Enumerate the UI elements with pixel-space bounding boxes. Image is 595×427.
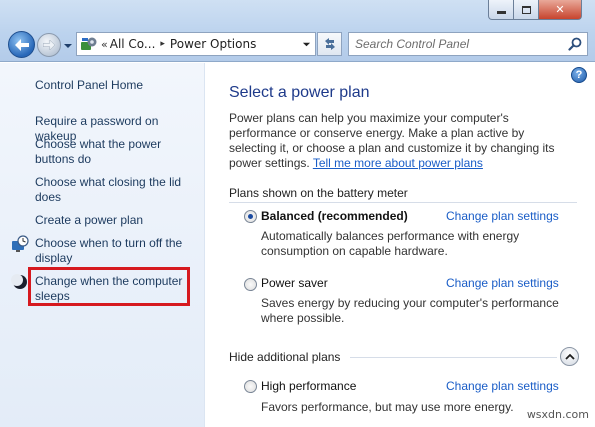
sidebar-item-closing-lid[interactable]: Choose what closing the lid does (35, 175, 200, 205)
title-bar: ✕ « All Co... ▸ Power Options (0, 0, 595, 62)
plan-desc-balanced: Automatically balances performance with … (261, 229, 520, 258)
breadcrumb-separator[interactable]: ▸ (160, 39, 165, 49)
page-title: Select a power plan (229, 84, 370, 101)
address-bar[interactable]: « All Co... ▸ Power Options (76, 32, 316, 56)
sidebar-item-power-buttons[interactable]: Choose what the power buttons do (35, 137, 200, 167)
back-arrow-icon (14, 38, 29, 51)
refresh-icon (324, 38, 335, 50)
back-button[interactable] (8, 31, 35, 58)
breadcrumb-power-options[interactable]: Power Options (170, 37, 256, 51)
plan-desc-high-performance: Favors performance, but may use more ene… (261, 400, 514, 414)
change-plan-settings-high-performance[interactable]: Change plan settings (446, 379, 559, 393)
watermark: wsxdn.com (526, 408, 589, 421)
close-button[interactable]: ✕ (539, 0, 582, 20)
sidebar-item-create-power-plan[interactable]: Create a power plan (35, 213, 200, 228)
group-divider (350, 357, 557, 358)
sidebar-item-turn-off-display[interactable]: Choose when to turn off the display (35, 236, 200, 266)
left-navigation-pane: Control Panel Home Require a password on… (0, 63, 205, 427)
plan-desc-power-saver: Saves energy by reducing your computer's… (261, 296, 559, 325)
radio-balanced[interactable] (244, 210, 257, 223)
main-content-pane: ? Select a power plan Power plans can he… (206, 63, 595, 427)
refresh-button[interactable] (317, 32, 342, 56)
close-icon: ✕ (555, 3, 565, 16)
maximize-button[interactable] (514, 0, 539, 20)
chevron-down-icon (302, 42, 310, 46)
chevron-up-icon (564, 353, 575, 360)
recent-pages-dropdown[interactable] (63, 40, 73, 50)
change-plan-settings-power-saver[interactable]: Change plan settings (446, 276, 559, 290)
search-box[interactable] (348, 32, 588, 56)
moon-icon (11, 274, 27, 289)
address-overflow-chevrons[interactable]: « (101, 38, 108, 51)
minimize-button[interactable] (488, 0, 514, 20)
search-input[interactable] (355, 37, 565, 51)
display-clock-icon (12, 235, 29, 252)
window-controls: ✕ (488, 0, 582, 20)
chevron-down-icon (64, 44, 72, 48)
radio-power-saver[interactable] (244, 278, 257, 291)
plan-name-high-performance[interactable]: High performance (261, 379, 356, 393)
intro-text: Power plans can help you maximize your c… (229, 111, 559, 171)
radio-selected-dot (248, 214, 253, 219)
plan-name-power-saver[interactable]: Power saver (261, 276, 328, 290)
collapse-button[interactable] (560, 347, 579, 366)
group-divider (229, 202, 577, 203)
radio-high-performance[interactable] (244, 380, 257, 393)
forward-button[interactable] (37, 33, 61, 57)
tell-me-more-link[interactable]: Tell me more about power plans (313, 156, 483, 170)
change-plan-settings-balanced[interactable]: Change plan settings (446, 209, 559, 223)
address-dropdown-button[interactable] (299, 37, 313, 51)
forward-arrow-icon (43, 40, 55, 50)
search-icon[interactable] (568, 37, 582, 51)
plan-name-balanced[interactable]: Balanced (recommended) (261, 209, 408, 223)
maximize-icon (521, 5, 531, 14)
group-header-hide-additional[interactable]: Hide additional plans (229, 350, 340, 364)
control-panel-home-link[interactable]: Control Panel Home (35, 78, 200, 93)
group-header-battery-meter: Plans shown on the battery meter (229, 186, 408, 200)
help-icon: ? (575, 69, 583, 81)
highlight-box (28, 267, 190, 306)
minimize-icon (496, 11, 506, 14)
control-panel-icon (81, 37, 97, 50)
breadcrumb-all-control-panel[interactable]: All Co... (110, 37, 156, 51)
help-button[interactable]: ? (571, 67, 587, 83)
